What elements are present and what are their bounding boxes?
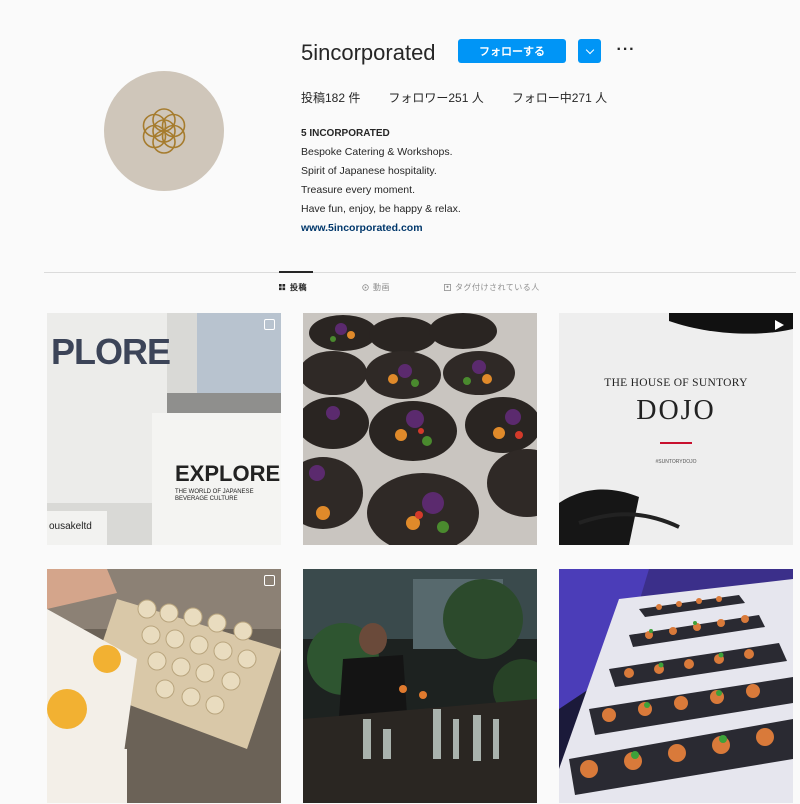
post-image — [47, 569, 281, 803]
profile-tabs: 投稿 動画 タグ付けされている人 — [0, 282, 800, 302]
overlay-text: PLORE — [51, 331, 171, 372]
followers-count[interactable]: フォロワー251 人 — [388, 89, 483, 106]
tab-label: タグ付けされている人 — [455, 283, 540, 292]
post-image — [303, 313, 537, 545]
following-count[interactable]: フォロー中271 人 — [512, 89, 607, 106]
bio-line: Treasure every moment. — [301, 184, 415, 196]
tabs-divider — [44, 272, 796, 273]
post-thumbnail-4[interactable] — [47, 569, 281, 803]
post-thumbnail-6[interactable] — [559, 569, 793, 803]
post-thumbnail-1[interactable]: PLORE EXPLORE THE WORLD OF JAPANESE BEVE… — [47, 313, 281, 545]
tag-icon — [444, 284, 451, 291]
tab-label: 動画 — [373, 283, 390, 292]
active-tab-indicator — [279, 271, 313, 273]
video-icon — [775, 320, 784, 330]
multi-image-icon — [264, 575, 275, 586]
post-image — [559, 313, 793, 545]
post-title: THE HOUSE OF SUNTORY — [604, 377, 748, 389]
profile-username: 5incorporated — [301, 40, 436, 65]
overlay-text: EXPLORE — [175, 461, 281, 486]
post-image — [559, 569, 793, 803]
bio-line: Spirit of Japanese hospitality. — [301, 165, 437, 177]
bio-website-link[interactable]: www.5incorporated.com — [301, 219, 461, 238]
chevron-down-icon — [585, 45, 594, 54]
video-icon — [362, 284, 369, 291]
post-hashtag: #SUNTORYDOJO — [655, 459, 697, 465]
flower-of-life-logo-icon — [142, 108, 186, 154]
multi-image-icon — [264, 319, 275, 330]
tab-videos[interactable]: 動画 — [362, 282, 390, 293]
grid-icon — [279, 284, 286, 291]
tab-posts[interactable]: 投稿 — [279, 282, 307, 293]
profile-stats: 投稿182 件 フォロワー251 人 フォロー中271 人 — [301, 89, 607, 106]
follow-button[interactable]: フォローする — [458, 39, 566, 63]
suggestions-dropdown-button[interactable] — [578, 39, 601, 63]
post-thumbnail-3[interactable]: THE HOUSE OF SUNTORY DOJO #SUNTORYDOJO — [559, 313, 793, 545]
bio-line: Bespoke Catering & Workshops. — [301, 146, 453, 158]
tab-label: 投稿 — [290, 283, 307, 292]
post-image — [303, 569, 537, 803]
post-thumbnail-5[interactable] — [303, 569, 537, 803]
tab-tagged[interactable]: タグ付けされている人 — [444, 282, 540, 293]
post-title-large: DOJO — [636, 395, 716, 426]
post-caption: ousakeltd — [49, 521, 92, 532]
profile-avatar[interactable] — [104, 71, 224, 191]
more-options-icon[interactable]: ··· — [614, 38, 638, 62]
posts-count: 投稿182 件 — [301, 91, 361, 105]
bio-name: 5 INCORPORATED — [301, 128, 390, 139]
bio-line: Have fun, enjoy, be happy & relax. — [301, 203, 461, 215]
overlay-subtext: THE WORLD OF JAPANESE BEVERAGE CULTURE — [175, 489, 254, 502]
profile-bio: 5 INCORPORATED Bespoke Catering & Worksh… — [301, 124, 461, 238]
post-thumbnail-2[interactable] — [303, 313, 537, 545]
